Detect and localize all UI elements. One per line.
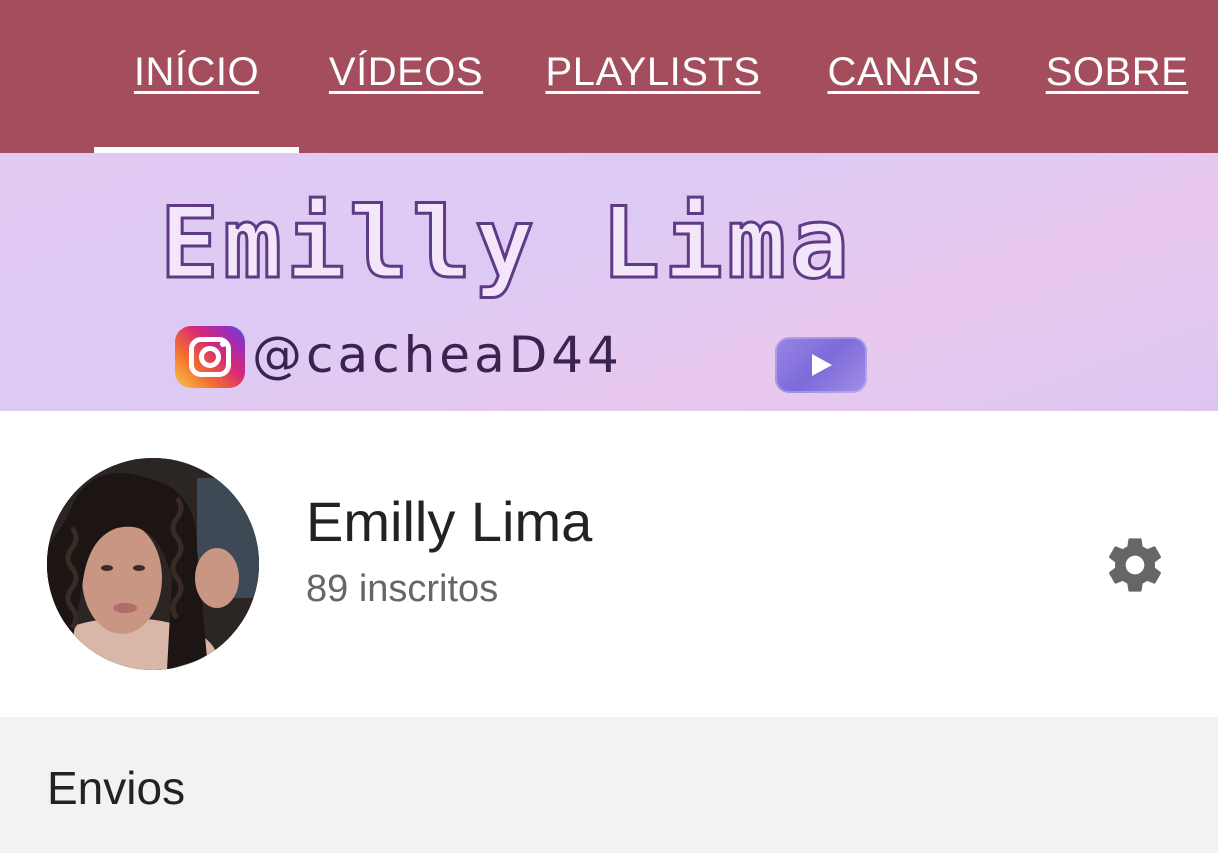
instagram-icon bbox=[175, 326, 245, 388]
channel-name: Emilly Lima bbox=[306, 490, 593, 553]
tab-playlists[interactable]: PLAYLISTS bbox=[540, 0, 766, 153]
uploads-section: Envios bbox=[0, 717, 1218, 853]
tab-inicio[interactable]: INÍCIO bbox=[94, 0, 299, 153]
avatar-photo bbox=[47, 458, 259, 670]
tab-playlists-label: PLAYLISTS bbox=[545, 50, 761, 94]
tab-videos-label: VÍDEOS bbox=[328, 50, 484, 94]
uploads-section-title: Envios bbox=[47, 762, 186, 814]
channel-banner: Emilly Lima @cacheaD44 bbox=[0, 153, 1218, 411]
tab-sobre[interactable]: SOBRE bbox=[1043, 0, 1191, 153]
channel-avatar[interactable] bbox=[47, 458, 259, 670]
banner-title: Emilly Lima bbox=[158, 187, 854, 301]
banner-instagram-handle: @cacheaD44 bbox=[252, 326, 623, 384]
subscriber-count: 89 inscritos bbox=[306, 568, 499, 610]
channel-tab-bar: INÍCIO VÍDEOS PLAYLISTS CANAIS SOBRE bbox=[0, 0, 1218, 153]
tab-canais-label: CANAIS bbox=[827, 50, 980, 94]
gear-icon[interactable] bbox=[1103, 533, 1167, 597]
youtube-play-icon bbox=[775, 337, 867, 393]
tab-inicio-label: INÍCIO bbox=[133, 50, 260, 94]
channel-header: Emilly Lima 89 inscritos bbox=[0, 411, 1218, 717]
tab-sobre-label: SOBRE bbox=[1045, 50, 1189, 94]
tab-videos[interactable]: VÍDEOS bbox=[326, 0, 486, 153]
tab-canais[interactable]: CANAIS bbox=[820, 0, 987, 153]
